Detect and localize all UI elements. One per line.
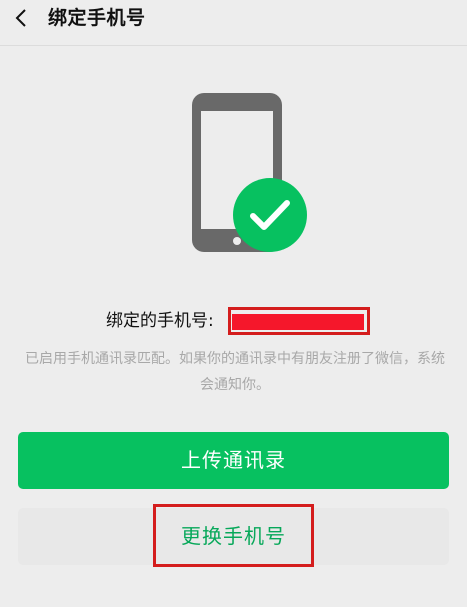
- upload-contacts-button[interactable]: 上传通讯录: [18, 432, 449, 489]
- contacts-match-info: 已启用手机通讯录匹配。如果你的通讯录中有朋友注册了微信，系统会通知你。: [25, 351, 445, 393]
- change-phone-button[interactable]: 更换手机号: [18, 508, 449, 565]
- bound-phone-label: 绑定的手机号:: [106, 311, 214, 331]
- phone-illustration: [192, 93, 307, 252]
- checkmark-icon: [233, 178, 307, 252]
- page-title: 绑定手机号: [48, 7, 146, 29]
- header-divider: [0, 45, 467, 46]
- phone-number-highlight: [228, 307, 370, 335]
- bound-phone-row: 绑定的手机号:: [0, 304, 467, 338]
- top-bar: 绑定手机号: [0, 0, 467, 46]
- chevron-left-icon[interactable]: [10, 6, 34, 30]
- change-phone-label: 更换手机号: [181, 524, 286, 548]
